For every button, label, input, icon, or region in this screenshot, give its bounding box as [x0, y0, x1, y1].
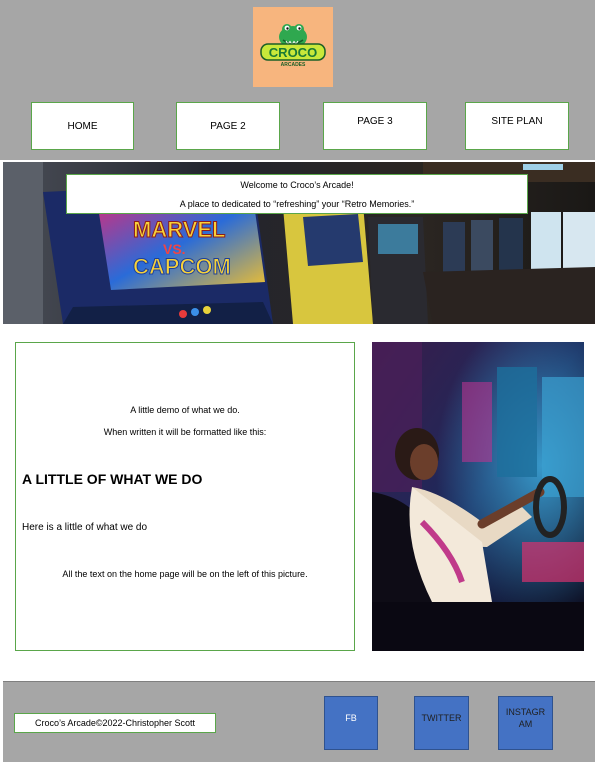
nav-page2-button[interactable]: PAGE 2 — [176, 102, 280, 150]
cabinet-text-marvel: MARVEL — [133, 217, 226, 242]
copyright-notice: Croco’s Arcade©2022-Christopher Scott — [14, 713, 216, 733]
logo-subtext: ARCADES — [281, 62, 306, 68]
intro-line-2: When written it will be formatted like t… — [103, 427, 267, 437]
instagram-button[interactable]: INSTAGR AM — [498, 696, 553, 750]
nav-home-button[interactable]: HOME — [31, 102, 134, 150]
twitter-label: TWITTER — [421, 713, 462, 723]
croco-arcades-logo[interactable]: CROCO ARCADES — [253, 7, 333, 87]
gamer-photo — [372, 342, 584, 651]
welcome-title: Welcome to Croco’s Arcade! — [240, 180, 354, 190]
cabinet-text-capcom: CAPCOM — [133, 254, 231, 279]
nav-page3-label: PAGE 3 — [357, 116, 393, 127]
section-heading: A LITTLE OF WHAT WE DO — [22, 471, 203, 487]
facebook-button[interactable]: FB — [324, 696, 378, 750]
facebook-label: FB — [345, 713, 357, 723]
nav-page2-label: PAGE 2 — [210, 120, 246, 132]
content-panel: A little demo of what we do. When writte… — [15, 342, 355, 651]
intro-line-1: A little demo of what we do. — [130, 405, 240, 415]
nav-page3-button[interactable]: PAGE 3 — [323, 102, 427, 150]
instagram-label: INSTAGR AM — [505, 707, 546, 729]
nav-home-label: HOME — [67, 120, 98, 132]
nav-site-plan-label: SITE PLAN — [491, 116, 543, 127]
logo-text: CROCO — [269, 45, 317, 60]
nav-site-plan-button[interactable]: SITE PLAN — [465, 102, 569, 150]
copyright-text: Croco’s Arcade©2022-Christopher Scott — [34, 718, 196, 728]
twitter-button[interactable]: TWITTER — [414, 696, 469, 750]
welcome-subtitle: A place to dedicated to “refreshing” you… — [179, 199, 415, 209]
note-text: All the text on the home page will be on… — [62, 569, 308, 579]
body-text: Here is a little of what we do — [22, 522, 148, 533]
welcome-banner: Welcome to Croco’s Arcade! A place to de… — [66, 174, 528, 214]
